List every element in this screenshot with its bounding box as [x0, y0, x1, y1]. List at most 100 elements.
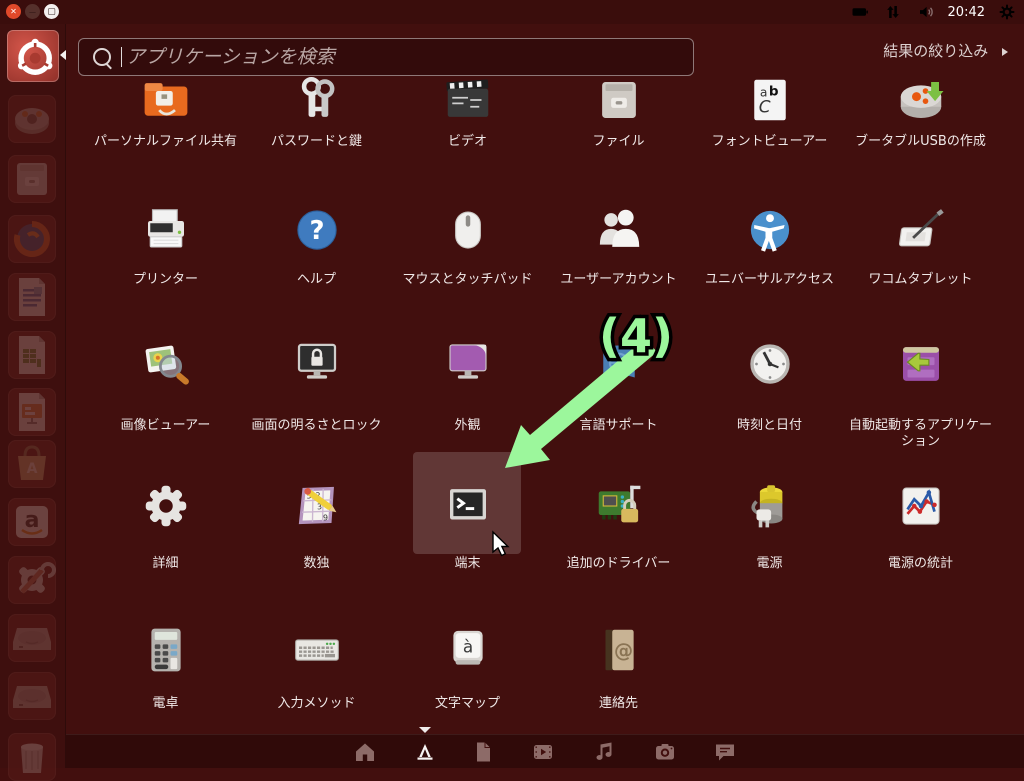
app-share-icon[interactable] — [90, 72, 241, 128]
svg-text:A: A — [27, 461, 38, 477]
software-center-launcher-icon[interactable]: A — [8, 440, 56, 488]
app-label: ファイル — [543, 134, 694, 150]
app-label: ブータブルUSBの作成 — [845, 134, 996, 150]
app-label: 追加のドライバー — [543, 556, 694, 572]
amazon-launcher-icon[interactable]: a — [8, 498, 56, 546]
app-calculator-icon[interactable] — [90, 622, 241, 678]
music-lens-icon[interactable] — [591, 740, 615, 764]
app-help-icon[interactable]: ? — [241, 202, 392, 258]
app-label: 連絡先 — [543, 696, 694, 712]
app-keys-icon[interactable] — [241, 72, 392, 128]
chevron-right-icon — [1002, 48, 1008, 56]
app-wacom-icon[interactable] — [845, 202, 996, 258]
top-panel: 20:42 — [0, 0, 1024, 24]
filter-results-button[interactable]: 結果の絞り込み — [883, 40, 1008, 61]
volume-icon[interactable] — [915, 3, 937, 21]
app-char-map-icon[interactable]: à — [392, 622, 543, 678]
photos-lens-icon[interactable] — [653, 740, 677, 764]
app-mouse-icon[interactable] — [392, 202, 543, 258]
app-fonts-icon[interactable]: abC — [694, 72, 845, 128]
disk-installer-launcher-icon[interactable] — [8, 95, 56, 143]
home-lens-icon[interactable] — [353, 740, 377, 764]
active-lens-indicator-icon — [419, 727, 431, 733]
app-clock-icon[interactable] — [694, 336, 845, 392]
app-label: パスワードと鍵 — [241, 134, 392, 150]
app-label: 詳細 — [90, 556, 241, 572]
app-label: ユニバーサルアクセス — [694, 272, 845, 288]
system-settings-launcher-icon[interactable] — [8, 556, 56, 604]
app-label: 自動起動するアプリケーション — [845, 418, 996, 450]
svg-text:@: @ — [613, 639, 632, 662]
app-terminal-icon[interactable] — [392, 478, 543, 534]
app-label: ヘルプ — [241, 272, 392, 288]
search-icon — [93, 48, 111, 66]
firefox-launcher-icon[interactable] — [8, 215, 56, 263]
app-users-icon[interactable] — [543, 202, 694, 258]
app-usb-creator-icon[interactable] — [845, 72, 996, 128]
app-printer-icon[interactable] — [90, 202, 241, 258]
app-videos-icon[interactable] — [392, 72, 543, 128]
libreoffice-writer-launcher-icon[interactable] — [8, 273, 56, 321]
launcher: Aa — [0, 24, 66, 768]
app-label: 時刻と日付 — [694, 418, 845, 434]
app-label: 電源 — [694, 556, 845, 572]
app-label: 入力メソッド — [241, 696, 392, 712]
close-icon[interactable] — [6, 4, 21, 19]
app-label: ビデオ — [392, 134, 543, 150]
app-drivers-icon[interactable] — [543, 478, 694, 534]
app-label: 端末 — [392, 556, 543, 572]
clock-label[interactable]: 20:42 — [948, 5, 985, 20]
app-language-icon[interactable] — [543, 336, 694, 392]
system-tray: 20:42 — [849, 0, 1018, 24]
search-input[interactable] — [124, 45, 693, 69]
minimize-icon[interactable] — [25, 4, 40, 19]
app-label: 数独 — [241, 556, 392, 572]
app-input-method-icon[interactable] — [241, 622, 392, 678]
ubuntu-bfb-button[interactable] — [7, 30, 59, 82]
app-details-icon[interactable] — [90, 478, 241, 534]
filter-results-label: 結果の絞り込み — [883, 42, 988, 60]
app-startup-apps-icon[interactable] — [845, 336, 996, 392]
app-screen-lock-icon[interactable] — [241, 336, 392, 392]
app-label: 画像ビューアー — [90, 418, 241, 434]
app-image-viewer-icon[interactable] — [90, 336, 241, 392]
svg-text:à: à — [462, 636, 472, 656]
disk-drive-2-launcher-icon[interactable] — [8, 672, 56, 720]
files-lens-icon[interactable] — [471, 740, 495, 764]
text-caret — [121, 47, 122, 67]
app-access-icon[interactable] — [694, 202, 845, 258]
libreoffice-calc-launcher-icon[interactable] — [8, 331, 56, 379]
app-label: 外観 — [392, 418, 543, 434]
lens-bar — [0, 734, 1024, 768]
disk-drive-1-launcher-icon[interactable] — [8, 614, 56, 662]
app-contacts-icon[interactable]: @ — [543, 622, 694, 678]
app-label: プリンター — [90, 272, 241, 288]
app-sudoku-icon[interactable]: 5239 — [241, 478, 392, 534]
app-power-icon[interactable] — [694, 478, 845, 534]
app-label: 言語サポート — [543, 418, 694, 434]
app-files-icon[interactable] — [543, 72, 694, 128]
applications-lens-icon[interactable] — [413, 740, 437, 764]
app-power-stats-icon[interactable] — [845, 478, 996, 534]
svg-text:9: 9 — [322, 513, 327, 522]
libreoffice-impress-launcher-icon[interactable] — [8, 388, 56, 436]
svg-text:?: ? — [309, 216, 324, 246]
app-label: パーソナルファイル共有 — [90, 134, 241, 150]
session-gear-icon[interactable] — [996, 3, 1018, 21]
app-label: マウスとタッチパッド — [392, 272, 543, 288]
video-lens-icon[interactable] — [531, 740, 555, 764]
social-lens-icon[interactable] — [713, 740, 737, 764]
search-box[interactable] — [78, 38, 694, 76]
network-arrows-icon[interactable] — [882, 3, 904, 21]
focused-app-arrow-icon — [60, 50, 66, 60]
file-cabinet-launcher-icon[interactable] — [8, 155, 56, 203]
app-label: ワコムタブレット — [845, 272, 996, 288]
maximize-icon[interactable] — [44, 4, 59, 19]
svg-text:a: a — [25, 508, 40, 533]
trash-launcher-icon[interactable] — [8, 733, 56, 781]
battery-icon[interactable] — [849, 3, 871, 21]
app-label: 文字マップ — [392, 696, 543, 712]
app-appearance-icon[interactable] — [392, 336, 543, 392]
app-label: ユーザーアカウント — [543, 272, 694, 288]
app-label: 電源の統計 — [845, 556, 996, 572]
